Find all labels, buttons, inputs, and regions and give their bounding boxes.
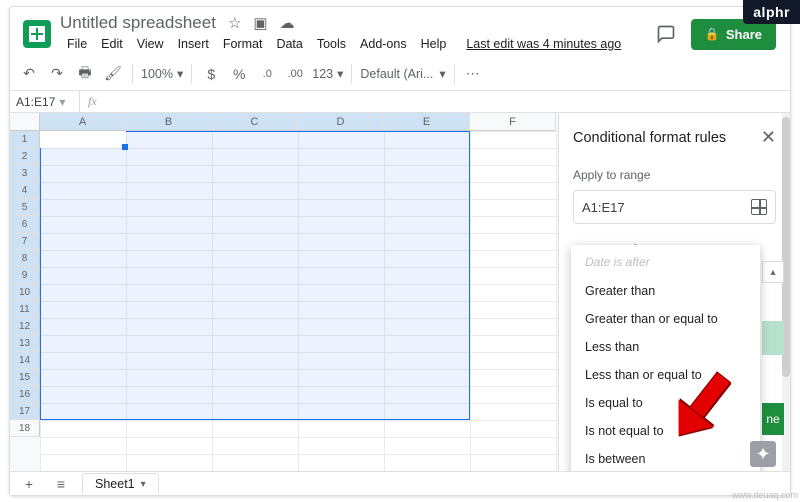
condition-dropdown-menu: Date is after Greater thanGreater than o…	[571, 245, 760, 471]
row-header-12[interactable]: 12	[10, 318, 40, 335]
toolbar-more-button[interactable]: ⋯	[463, 62, 485, 86]
range-value: A1:E17	[582, 200, 625, 215]
add-sheet-button[interactable]: +	[18, 472, 40, 496]
row-header-16[interactable]: 16	[10, 386, 40, 403]
format-preview-swatch[interactable]	[762, 321, 784, 355]
row-header-5[interactable]: 5	[10, 199, 40, 216]
row-header-14[interactable]: 14	[10, 352, 40, 369]
selection-range	[40, 131, 470, 420]
col-header-F[interactable]: F	[470, 113, 556, 131]
row-header-2[interactable]: 2	[10, 148, 40, 165]
font-select[interactable]: Default (Ari...▾	[360, 66, 445, 81]
redo-button[interactable]: ↷	[46, 62, 68, 86]
app-window: Untitled spreadsheet ☆ ▣ ☁ File Edit Vie…	[9, 6, 791, 496]
spreadsheet-grid[interactable]: ABCDEF 123456789101112131415161718	[10, 113, 558, 471]
row-header-15[interactable]: 15	[10, 369, 40, 386]
menu-bar: File Edit View Insert Format Data Tools …	[60, 33, 655, 55]
dropdown-item[interactable]: Is between	[571, 445, 760, 471]
dropdown-item[interactable]: Less than	[571, 333, 760, 361]
doc-title[interactable]: Untitled spreadsheet	[60, 13, 216, 33]
menu-addons[interactable]: Add-ons	[353, 34, 414, 54]
toolbar: ↶ ↷ 🖶 🖌 100%▾ $ % .0 .00 123▾ Default (A…	[10, 57, 790, 91]
last-edit-link[interactable]: Last edit was 4 minutes ago	[459, 34, 628, 54]
fill-handle[interactable]	[122, 144, 128, 150]
sheet-tab-sheet1[interactable]: Sheet1 ▾	[82, 473, 159, 494]
sheets-logo-icon[interactable]	[20, 17, 54, 51]
sheet-tab-label: Sheet1	[95, 477, 135, 491]
paint-format-button[interactable]: 🖌	[102, 62, 124, 86]
undo-button[interactable]: ↶	[18, 62, 40, 86]
row-header-13[interactable]: 13	[10, 335, 40, 352]
zoom-select[interactable]: 100%▾	[141, 66, 183, 81]
dropdown-item[interactable]: Greater than or equal to	[571, 305, 760, 333]
column-headers[interactable]: ABCDEF	[40, 113, 558, 131]
apply-range-input[interactable]: A1:E17	[573, 190, 776, 224]
sheet-tab-bar: + ≡ Sheet1 ▾	[10, 471, 790, 495]
print-button[interactable]: 🖶	[74, 62, 96, 86]
chevron-down-icon: ▾	[59, 95, 65, 109]
row-header-6[interactable]: 6	[10, 216, 40, 233]
comments-icon[interactable]	[655, 23, 677, 45]
formula-bar: A1:E17▾ fx	[10, 91, 790, 113]
row-header-11[interactable]: 11	[10, 301, 40, 318]
chevron-down-icon: ▾	[337, 66, 343, 81]
apply-to-range-label: Apply to range	[573, 168, 776, 182]
menu-edit[interactable]: Edit	[94, 34, 130, 54]
cloud-saved-icon: ☁	[280, 14, 295, 32]
done-button[interactable]: ne	[762, 403, 784, 435]
row-header-3[interactable]: 3	[10, 165, 40, 182]
lock-icon: 🔒	[705, 27, 720, 41]
title-bar: Untitled spreadsheet ☆ ▣ ☁ File Edit Vie…	[10, 7, 790, 57]
rule-collapse-button[interactable]: ▴	[762, 261, 784, 283]
all-sheets-button[interactable]: ≡	[50, 472, 72, 496]
chevron-down-icon[interactable]: ▾	[141, 479, 146, 490]
close-panel-button[interactable]: ✕	[761, 127, 776, 148]
currency-button[interactable]: $	[200, 62, 222, 86]
row-header-7[interactable]: 7	[10, 233, 40, 250]
menu-data[interactable]: Data	[269, 34, 309, 54]
select-all-corner[interactable]	[10, 113, 40, 131]
menu-file[interactable]: File	[60, 34, 94, 54]
number-format-select[interactable]: 123▾	[312, 66, 343, 81]
col-header-E[interactable]: E	[384, 113, 470, 131]
percent-button[interactable]: %	[228, 62, 250, 86]
chevron-down-icon: ▾	[439, 66, 445, 81]
chevron-down-icon: ▾	[177, 66, 183, 81]
row-header-10[interactable]: 10	[10, 284, 40, 301]
panel-title: Conditional format rules	[573, 130, 726, 146]
menu-help[interactable]: Help	[414, 34, 454, 54]
share-label: Share	[726, 27, 762, 42]
watermark: www.deuaq.com	[732, 490, 798, 500]
col-header-C[interactable]: C	[212, 113, 298, 131]
row-header-18[interactable]: 18	[10, 420, 40, 437]
row-header-9[interactable]: 9	[10, 267, 40, 284]
col-header-D[interactable]: D	[298, 113, 384, 131]
increase-decimal-button[interactable]: .00	[284, 62, 306, 86]
row-header-17[interactable]: 17	[10, 403, 40, 420]
name-box[interactable]: A1:E17▾	[10, 91, 80, 112]
row-headers[interactable]: 123456789101112131415161718	[10, 131, 40, 471]
col-header-B[interactable]: B	[126, 113, 212, 131]
annotation-arrow	[691, 373, 722, 447]
brand-badge: alphr	[743, 0, 800, 24]
select-range-icon[interactable]	[751, 199, 767, 215]
menu-format[interactable]: Format	[216, 34, 270, 54]
dropdown-item-clipped[interactable]: Date is after	[571, 251, 760, 277]
active-cell	[40, 131, 126, 148]
fx-label: fx	[80, 94, 105, 109]
row-header-1[interactable]: 1	[10, 131, 40, 148]
menu-tools[interactable]: Tools	[310, 34, 353, 54]
row-header-4[interactable]: 4	[10, 182, 40, 199]
menu-view[interactable]: View	[130, 34, 171, 54]
decrease-decimal-button[interactable]: .0	[256, 62, 278, 86]
row-header-8[interactable]: 8	[10, 250, 40, 267]
dropdown-item[interactable]: Greater than	[571, 277, 760, 305]
cells-area[interactable]	[40, 131, 558, 471]
menu-insert[interactable]: Insert	[171, 34, 216, 54]
move-folder-icon[interactable]: ▣	[253, 14, 267, 32]
col-header-A[interactable]: A	[40, 113, 126, 131]
add-rule-button[interactable]: ✦	[750, 441, 776, 467]
star-icon[interactable]: ☆	[228, 14, 241, 32]
